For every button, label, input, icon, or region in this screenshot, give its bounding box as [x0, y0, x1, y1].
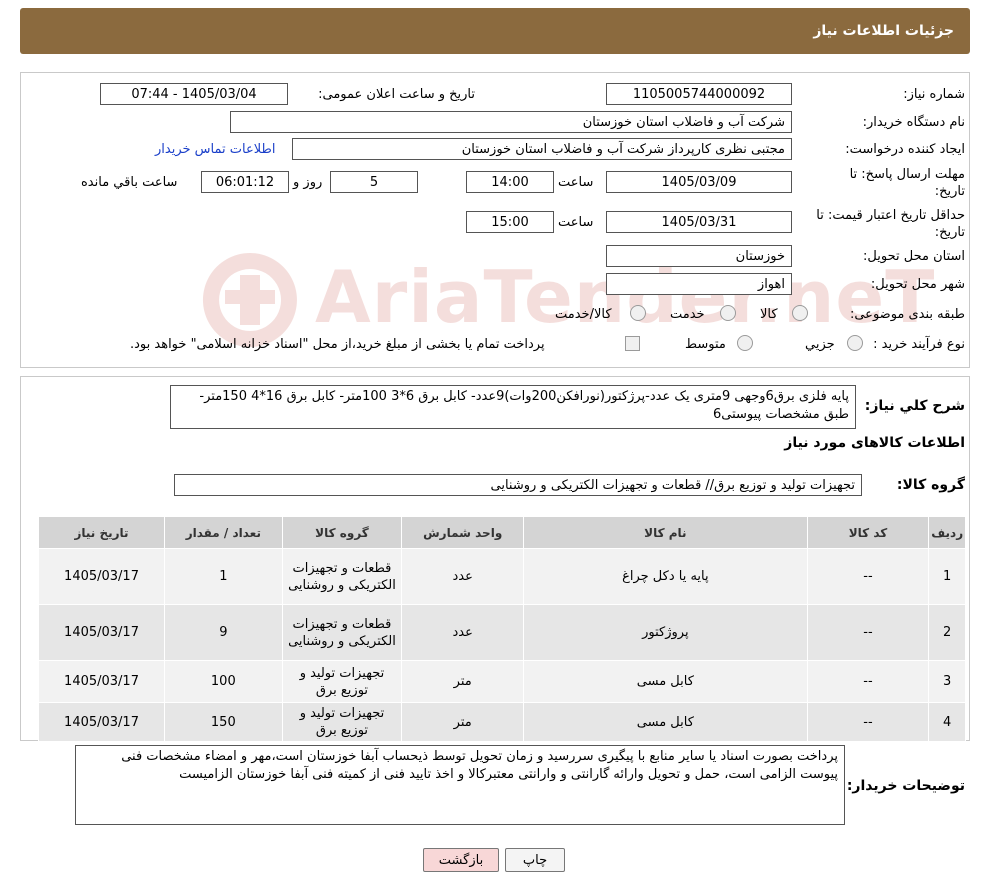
cell-group: قطعات و تجهیزات الکتریکی و روشنایی: [281, 548, 403, 605]
validity-date-field: 1405/03/31: [606, 211, 792, 233]
cell-group: قطعات و تجهیزات الکتریکی و روشنایی: [281, 604, 403, 661]
validity-label: حداقل تاریخ اعتبار قیمت: تا: [816, 208, 965, 223]
buyer-org-field: شرکت آب و فاضلاب استان خوزستان: [230, 111, 792, 133]
col-name: نام کالا: [523, 516, 808, 549]
category-goods-service-radio[interactable]: [630, 305, 646, 321]
province-label: استان محل تحویل:: [863, 249, 965, 264]
cell-unit: متر: [401, 660, 525, 703]
province-field: خوزستان: [606, 245, 792, 267]
print-button[interactable]: چاپ: [505, 848, 565, 872]
deadline-label-date: تاریخ:: [934, 184, 965, 199]
announce-date-label: تاریخ و ساعت اعلان عمومی:: [318, 87, 475, 102]
need-number-field: 1105005744000092: [606, 83, 792, 105]
category-label: طبقه بندی موضوعی:: [849, 307, 965, 322]
remaining-days-field: 5: [330, 171, 418, 193]
cell-date: 1405/03/17: [37, 660, 166, 703]
deadline-time-label: ساعت: [558, 175, 594, 190]
city-field: اهواز: [606, 273, 792, 295]
cell-code: --: [806, 604, 930, 661]
cell-row: 3: [928, 660, 966, 703]
creator-field: مجتبی نظری کارپرداز شرکت آب و فاضلاب است…: [292, 138, 792, 160]
goods-table-header: ردیف کد کالا نام کالا واحد شمارش گروه کا…: [37, 516, 966, 549]
table-row: 3 -- کابل مسی متر تجهیزات تولید و توزیع …: [37, 660, 966, 703]
cell-code: --: [806, 548, 930, 605]
col-unit: واحد شمارش: [401, 516, 525, 549]
goods-group-field: تجهیزات تولید و توزیع برق// قطعات و تجهی…: [174, 474, 862, 496]
city-label: شهر محل تحویل:: [870, 277, 965, 292]
cell-qty: 1: [164, 548, 283, 605]
goods-table: ردیف کد کالا نام کالا واحد شمارش گروه کا…: [37, 516, 966, 742]
deadline-time-field: 14:00: [466, 171, 554, 193]
description-text: پایه فلزی برق6وجهی 9متری یک عدد-پرژکتور(…: [170, 385, 856, 429]
category-service-label: خدمت: [670, 307, 705, 322]
process-minor-radio[interactable]: [847, 335, 863, 351]
buyer-notes-text: پرداخت بصورت اسناد یا سایر منابع با پیگی…: [75, 745, 845, 825]
cell-row: 2: [928, 604, 966, 661]
buyer-notes-label: توضیحات خریدار:: [846, 778, 965, 794]
back-button[interactable]: بازگشت: [423, 848, 499, 872]
category-service-radio[interactable]: [720, 305, 736, 321]
cell-unit: عدد: [401, 604, 525, 661]
cell-row: 4: [928, 702, 966, 742]
treasury-payment-note: پرداخت تمام یا بخشی از مبلغ خرید،از محل …: [130, 337, 545, 352]
goods-group-label: گروه کالا:: [896, 477, 965, 493]
col-row: ردیف: [928, 516, 966, 549]
process-label: نوع فرآیند خرید :: [873, 337, 965, 352]
process-minor-label: جزیي: [805, 337, 835, 352]
col-qty: تعداد / مقدار: [164, 516, 283, 549]
days-label: روز و: [293, 175, 323, 190]
col-code: کد کالا: [806, 516, 930, 549]
validity-label-date: تاریخ:: [934, 225, 965, 240]
cell-qty: 9: [164, 604, 283, 661]
cell-code: --: [806, 702, 930, 742]
cell-name: کابل مسی: [523, 660, 808, 703]
page-header: جزئیات اطلاعات نیاز: [20, 8, 970, 54]
cell-group: تجهیزات تولید و توزیع برق: [281, 702, 403, 742]
buyer-org-label: نام دستگاه خریدار:: [862, 115, 965, 130]
cell-name: کابل مسی: [523, 702, 808, 742]
validity-time-label: ساعت: [558, 215, 594, 230]
deadline-label: مهلت ارسال پاسخ: تا: [849, 167, 965, 182]
cell-unit: عدد: [401, 548, 525, 605]
table-row: 1 -- پایه یا دکل چراغ عدد قطعات و تجهیزا…: [37, 548, 966, 605]
col-group: گروه کالا: [281, 516, 403, 549]
cell-group: تجهیزات تولید و توزیع برق: [281, 660, 403, 703]
cell-date: 1405/03/17: [37, 604, 166, 661]
cell-qty: 150: [164, 702, 283, 742]
cell-date: 1405/03/17: [37, 702, 166, 742]
need-number-label: شماره نیاز:: [903, 87, 965, 102]
deadline-date-field: 1405/03/09: [606, 171, 792, 193]
announce-date-field: 1405/03/04 - 07:44: [100, 83, 288, 105]
col-date: تاریخ نیاز: [37, 516, 166, 549]
cell-date: 1405/03/17: [37, 548, 166, 605]
category-goods-label: کالا: [760, 307, 778, 322]
remaining-time-label: ساعت باقي مانده: [81, 175, 178, 190]
table-row: 2 -- پروژکتور عدد قطعات و تجهیزات الکتری…: [37, 604, 966, 661]
category-goods-radio[interactable]: [792, 305, 808, 321]
page-title: جزئیات اطلاعات نیاز: [813, 23, 954, 39]
treasury-payment-checkbox[interactable]: [625, 336, 640, 351]
remaining-time-field: 06:01:12: [201, 171, 289, 193]
cell-unit: متر: [401, 702, 525, 742]
buyer-contact-link[interactable]: اطلاعات تماس خریدار: [155, 142, 275, 157]
creator-label: ایجاد کننده درخواست:: [845, 142, 965, 157]
cell-qty: 100: [164, 660, 283, 703]
category-goods-service-label: کالا/خدمت: [555, 307, 612, 322]
cell-name: پروژکتور: [523, 604, 808, 661]
description-label: شرح كلي نياز:: [864, 398, 965, 414]
goods-table-wrapper: ردیف کد کالا نام کالا واحد شمارش گروه کا…: [37, 516, 966, 742]
process-medium-radio[interactable]: [737, 335, 753, 351]
cell-code: --: [806, 660, 930, 703]
cell-row: 1: [928, 548, 966, 605]
validity-time-field: 15:00: [466, 211, 554, 233]
cell-name: پایه یا دکل چراغ: [523, 548, 808, 605]
table-row: 4 -- کابل مسی متر تجهیزات تولید و توزیع …: [37, 702, 966, 742]
process-medium-label: متوسط: [685, 337, 726, 352]
goods-section-title: اطلاعات کالاهای مورد نیاز: [784, 435, 965, 451]
